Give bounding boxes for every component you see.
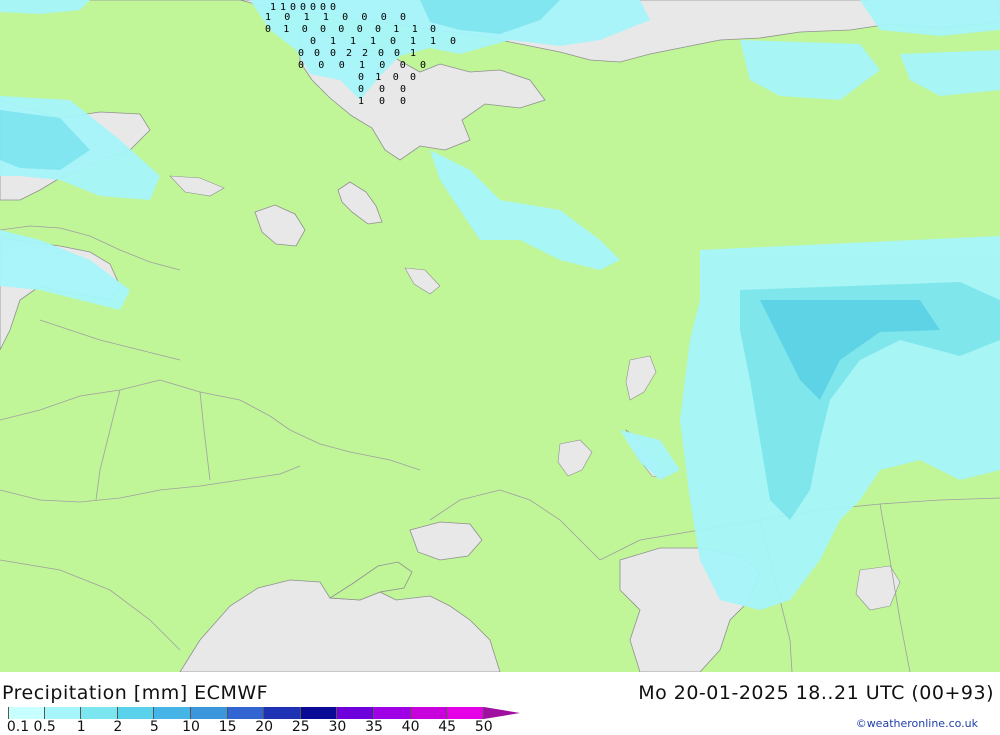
credit-link[interactable]: ©weatheronline.co.uk	[856, 717, 978, 730]
precip-value: 0	[290, 2, 296, 13]
precip-value: 0	[430, 24, 436, 35]
precip-value: 1	[358, 96, 364, 107]
precip-value: 1	[304, 12, 310, 23]
precip-value: 0	[379, 84, 385, 95]
precip-value: 1	[410, 36, 416, 47]
precip-value: 0	[358, 72, 364, 83]
precip-value: 0	[339, 60, 345, 71]
precip-value: 1	[359, 60, 365, 71]
precip-value: 0	[320, 24, 326, 35]
precip-value: 0	[400, 60, 406, 71]
precip-value: 0	[381, 12, 387, 23]
precip-value: 0	[284, 12, 290, 23]
precip-value: 0	[314, 48, 320, 59]
precip-value: 0	[357, 24, 363, 35]
legend-swatch	[337, 707, 374, 719]
legend-swatch	[373, 707, 411, 719]
map-footer: Precipitation [mm] ECMWF Mo 20-01-2025 1…	[0, 672, 1000, 735]
precip-value: 0	[394, 48, 400, 59]
legend-swatch	[447, 707, 484, 719]
precip-value: 0	[393, 72, 399, 83]
legend-color-bar	[8, 707, 520, 719]
precip-value: 0	[338, 24, 344, 35]
precip-value: 0	[379, 96, 385, 107]
precip-value: 0	[302, 24, 308, 35]
precip-value: 0	[400, 96, 406, 107]
precip-value: 0	[330, 2, 336, 13]
legend-swatch	[81, 707, 118, 719]
precip-value: 0	[379, 60, 385, 71]
legend-swatch	[410, 707, 448, 719]
precip-value: 0	[400, 12, 406, 23]
precip-value: 0	[310, 36, 316, 47]
valid-time: Mo 20-01-2025 18..21 UTC (00+93)	[638, 682, 994, 704]
precip-value: 0	[298, 60, 304, 71]
precip-value: 2	[362, 48, 368, 59]
precip-value: 0	[342, 12, 348, 23]
precip-value: 0	[358, 84, 364, 95]
legend-swatch	[300, 707, 338, 719]
precip-value: 1	[370, 36, 376, 47]
precip-value: 0	[420, 60, 426, 71]
precip-value: 0	[330, 48, 336, 59]
precip-value: 1	[350, 36, 356, 47]
precipitation-map: 1 1 0 0 0 0 01 0 1 1 0 0 0 00 1 0 0 0 0 0 1 1 00 1 1 1 0 1 1 00 0 0 2 2 0 0…	[0, 0, 1000, 672]
precip-value: 0	[310, 2, 316, 13]
precip-value: 0	[390, 36, 396, 47]
precip-value: 0	[378, 48, 384, 59]
precip-value: 1	[265, 12, 271, 23]
precip-value: 1	[330, 36, 336, 47]
precip-value: 0	[318, 60, 324, 71]
legend-swatch	[117, 707, 155, 719]
precip-value: 1	[323, 12, 329, 23]
precip-value: 1	[430, 36, 436, 47]
legend-swatch	[264, 707, 301, 719]
precip-value: 0	[410, 72, 416, 83]
precip-value: 1	[375, 72, 381, 83]
precip-value: 1	[412, 24, 418, 35]
precip-value: 0	[361, 12, 367, 23]
legend-swatch	[44, 707, 82, 719]
precip-value: 0	[265, 24, 271, 35]
precip-value: 2	[346, 48, 352, 59]
precip-value: 1	[283, 24, 289, 35]
precip-value: 1	[393, 24, 399, 35]
precip-value: 0	[375, 24, 381, 35]
precip-value: 0	[450, 36, 456, 47]
legend-swatch	[190, 707, 228, 719]
legend-swatch	[154, 707, 191, 719]
legend-swatch	[8, 707, 45, 719]
precip-value: 1	[410, 48, 416, 59]
precip-value: 0	[298, 48, 304, 59]
chart-title: Precipitation [mm] ECMWF	[2, 682, 269, 704]
legend-arrow	[483, 707, 520, 719]
legend-swatch	[227, 707, 265, 719]
precip-value: 0	[400, 84, 406, 95]
